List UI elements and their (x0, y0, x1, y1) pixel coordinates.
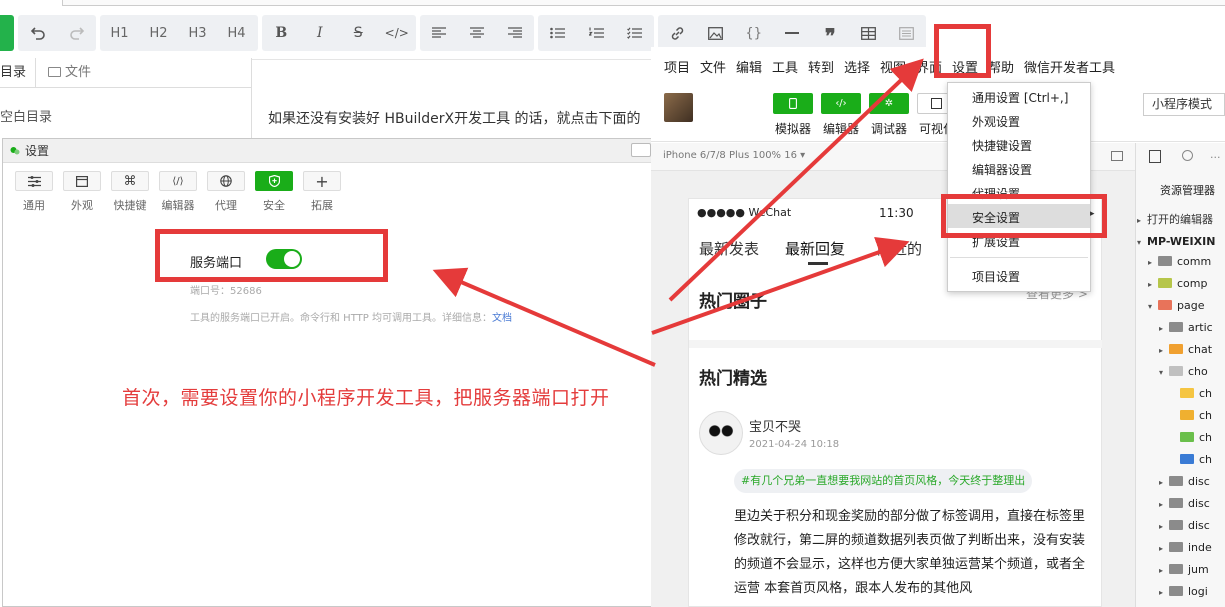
arrow-to-security-settings (651, 236, 910, 335)
arrow-to-settings-menu (668, 58, 924, 302)
annotation-arrows (432, 58, 924, 367)
arrow-to-service-port (432, 267, 656, 367)
